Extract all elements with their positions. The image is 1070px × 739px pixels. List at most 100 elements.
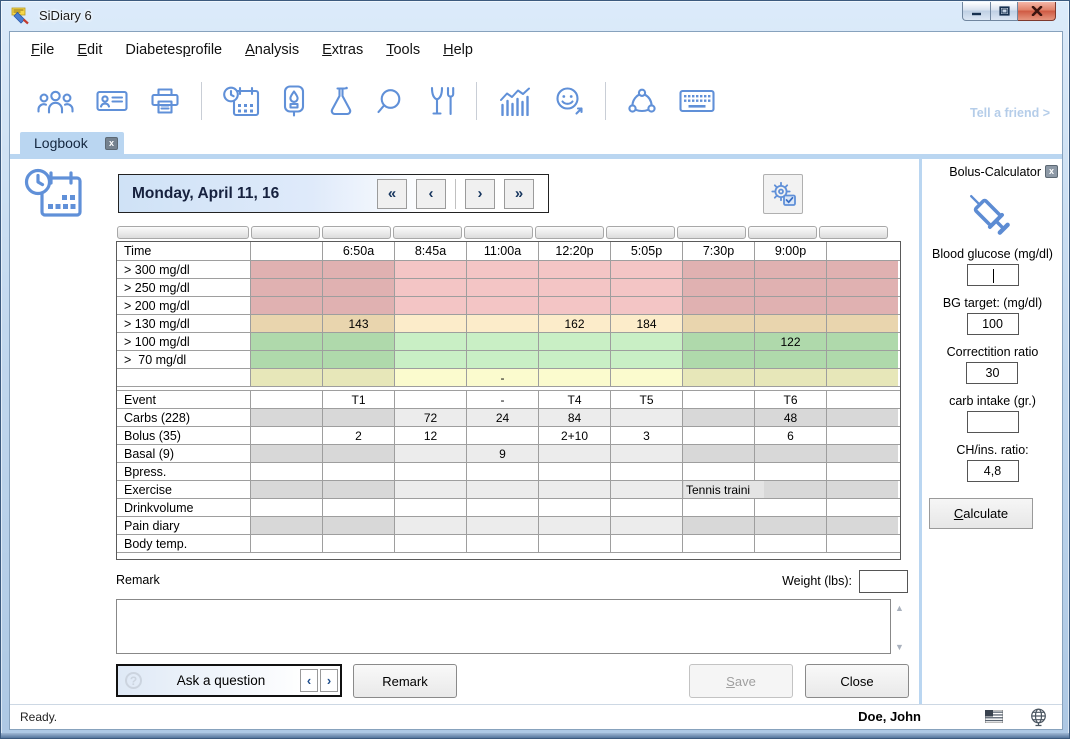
- menu-help[interactable]: Help: [434, 40, 482, 60]
- logbook-cell[interactable]: 6: [755, 427, 827, 444]
- logbook-cell[interactable]: [755, 351, 827, 368]
- maximize-button[interactable]: [991, 2, 1018, 21]
- menu-diabetesprofile[interactable]: Diabetesprofile: [116, 40, 231, 60]
- patients-icon[interactable]: [37, 88, 74, 114]
- time-cell[interactable]: [251, 242, 323, 260]
- logbook-cell[interactable]: [323, 535, 395, 552]
- logbook-cell[interactable]: [827, 369, 898, 386]
- logbook-cell[interactable]: [467, 517, 539, 534]
- logbook-cell[interactable]: [251, 279, 323, 296]
- tab-logbook[interactable]: Logbook x: [20, 132, 124, 154]
- time-cell[interactable]: 11:00a: [467, 242, 539, 260]
- logbook-cell[interactable]: [251, 463, 323, 480]
- weight-input[interactable]: [859, 570, 908, 593]
- column-header-button[interactable]: [464, 226, 533, 239]
- logbook-cell[interactable]: [683, 261, 755, 278]
- logbook-cell[interactable]: [611, 445, 683, 462]
- column-header-button[interactable]: [677, 226, 746, 239]
- logbook-cell[interactable]: [755, 369, 827, 386]
- menu-analysis[interactable]: Analysis: [236, 40, 308, 60]
- logbook-cell[interactable]: 12: [395, 427, 467, 444]
- logbook-cell[interactable]: [827, 279, 898, 296]
- logbook-cell[interactable]: 122: [755, 333, 827, 350]
- logbook-cell[interactable]: [395, 391, 467, 408]
- logbook-cell[interactable]: [827, 315, 898, 332]
- logbook-cell[interactable]: [323, 333, 395, 350]
- logbook-cell[interactable]: [251, 297, 323, 314]
- ask-next-button[interactable]: ›: [320, 669, 338, 692]
- logbook-cell[interactable]: [251, 445, 323, 462]
- column-header-button[interactable]: [251, 226, 320, 239]
- logbook-cell[interactable]: [827, 391, 898, 408]
- panel-splitter[interactable]: [919, 159, 922, 706]
- logbook-cell[interactable]: [395, 261, 467, 278]
- logbook-cell[interactable]: -: [467, 391, 539, 408]
- logbook-cell[interactable]: Tennis traini: [683, 481, 755, 498]
- logbook-cell[interactable]: [467, 279, 539, 296]
- column-header-button[interactable]: [535, 226, 604, 239]
- logbook-cell[interactable]: [683, 391, 755, 408]
- print-icon[interactable]: [150, 87, 180, 115]
- search-icon[interactable]: [376, 87, 404, 115]
- logbook-cell[interactable]: [539, 445, 611, 462]
- column-header-button[interactable]: [819, 226, 888, 239]
- logbook-cell[interactable]: [395, 315, 467, 332]
- logbook-cell[interactable]: [467, 427, 539, 444]
- logbook-cell[interactable]: [539, 535, 611, 552]
- logbook-cell[interactable]: [395, 535, 467, 552]
- logbook-cell[interactable]: 143: [323, 315, 395, 332]
- logbook-settings-button[interactable]: [763, 174, 803, 214]
- logbook-cell[interactable]: 2: [323, 427, 395, 444]
- logbook-cell[interactable]: [683, 517, 755, 534]
- logbook-cell[interactable]: [539, 297, 611, 314]
- scroll-up-icon[interactable]: ▲: [895, 603, 904, 613]
- logbook-cell[interactable]: [323, 409, 395, 426]
- logbook-cell[interactable]: 84: [539, 409, 611, 426]
- logbook-cell[interactable]: [467, 261, 539, 278]
- logbook-cell[interactable]: [611, 463, 683, 480]
- sync-icon[interactable]: [627, 88, 657, 114]
- carb-intake-gr-input[interactable]: [967, 411, 1019, 433]
- time-cell[interactable]: 7:30p: [683, 242, 755, 260]
- logbook-cell[interactable]: [467, 499, 539, 516]
- logbook-cell[interactable]: [251, 499, 323, 516]
- logbook-cell[interactable]: [395, 499, 467, 516]
- remark-textarea[interactable]: [116, 599, 891, 654]
- logbook-cell[interactable]: [611, 279, 683, 296]
- time-cell[interactable]: 8:45a: [395, 242, 467, 260]
- logbook-cell[interactable]: [395, 279, 467, 296]
- logbook-cell[interactable]: [611, 499, 683, 516]
- logbook-cell[interactable]: [827, 297, 898, 314]
- logbook-cell[interactable]: [251, 427, 323, 444]
- logbook-cell[interactable]: [683, 279, 755, 296]
- menu-tools[interactable]: Tools: [377, 40, 429, 60]
- column-header-button[interactable]: [748, 226, 817, 239]
- logbook-cell[interactable]: [251, 481, 323, 498]
- statistics-icon[interactable]: [498, 87, 532, 116]
- logbook-cell[interactable]: [323, 261, 395, 278]
- logbook-cell[interactable]: [539, 369, 611, 386]
- logbook-cell[interactable]: [539, 351, 611, 368]
- nutrition-icon[interactable]: [426, 86, 455, 116]
- correctition-ratio-input[interactable]: 30: [966, 362, 1018, 384]
- logbook-cell[interactable]: [827, 463, 898, 480]
- column-header-button[interactable]: [322, 226, 391, 239]
- logbook-cell[interactable]: [611, 351, 683, 368]
- logbook-cell[interactable]: [395, 333, 467, 350]
- logbook-cell[interactable]: [683, 369, 755, 386]
- logbook-cell[interactable]: [467, 463, 539, 480]
- logbook-cell[interactable]: [467, 297, 539, 314]
- logbook-cell[interactable]: [683, 351, 755, 368]
- lab-values-icon[interactable]: [328, 86, 354, 116]
- menu-extras[interactable]: Extras: [313, 40, 372, 60]
- logbook-cell[interactable]: [611, 261, 683, 278]
- first-day-button[interactable]: «: [377, 179, 407, 209]
- logbook-cell[interactable]: [395, 297, 467, 314]
- logbook-cell[interactable]: 3: [611, 427, 683, 444]
- logbook-cell[interactable]: [323, 445, 395, 462]
- logbook-cell[interactable]: -: [467, 369, 539, 386]
- logbook-cell[interactable]: [251, 333, 323, 350]
- logbook-cell[interactable]: [611, 369, 683, 386]
- logbook-cell[interactable]: [251, 315, 323, 332]
- logbook-cell[interactable]: 162: [539, 315, 611, 332]
